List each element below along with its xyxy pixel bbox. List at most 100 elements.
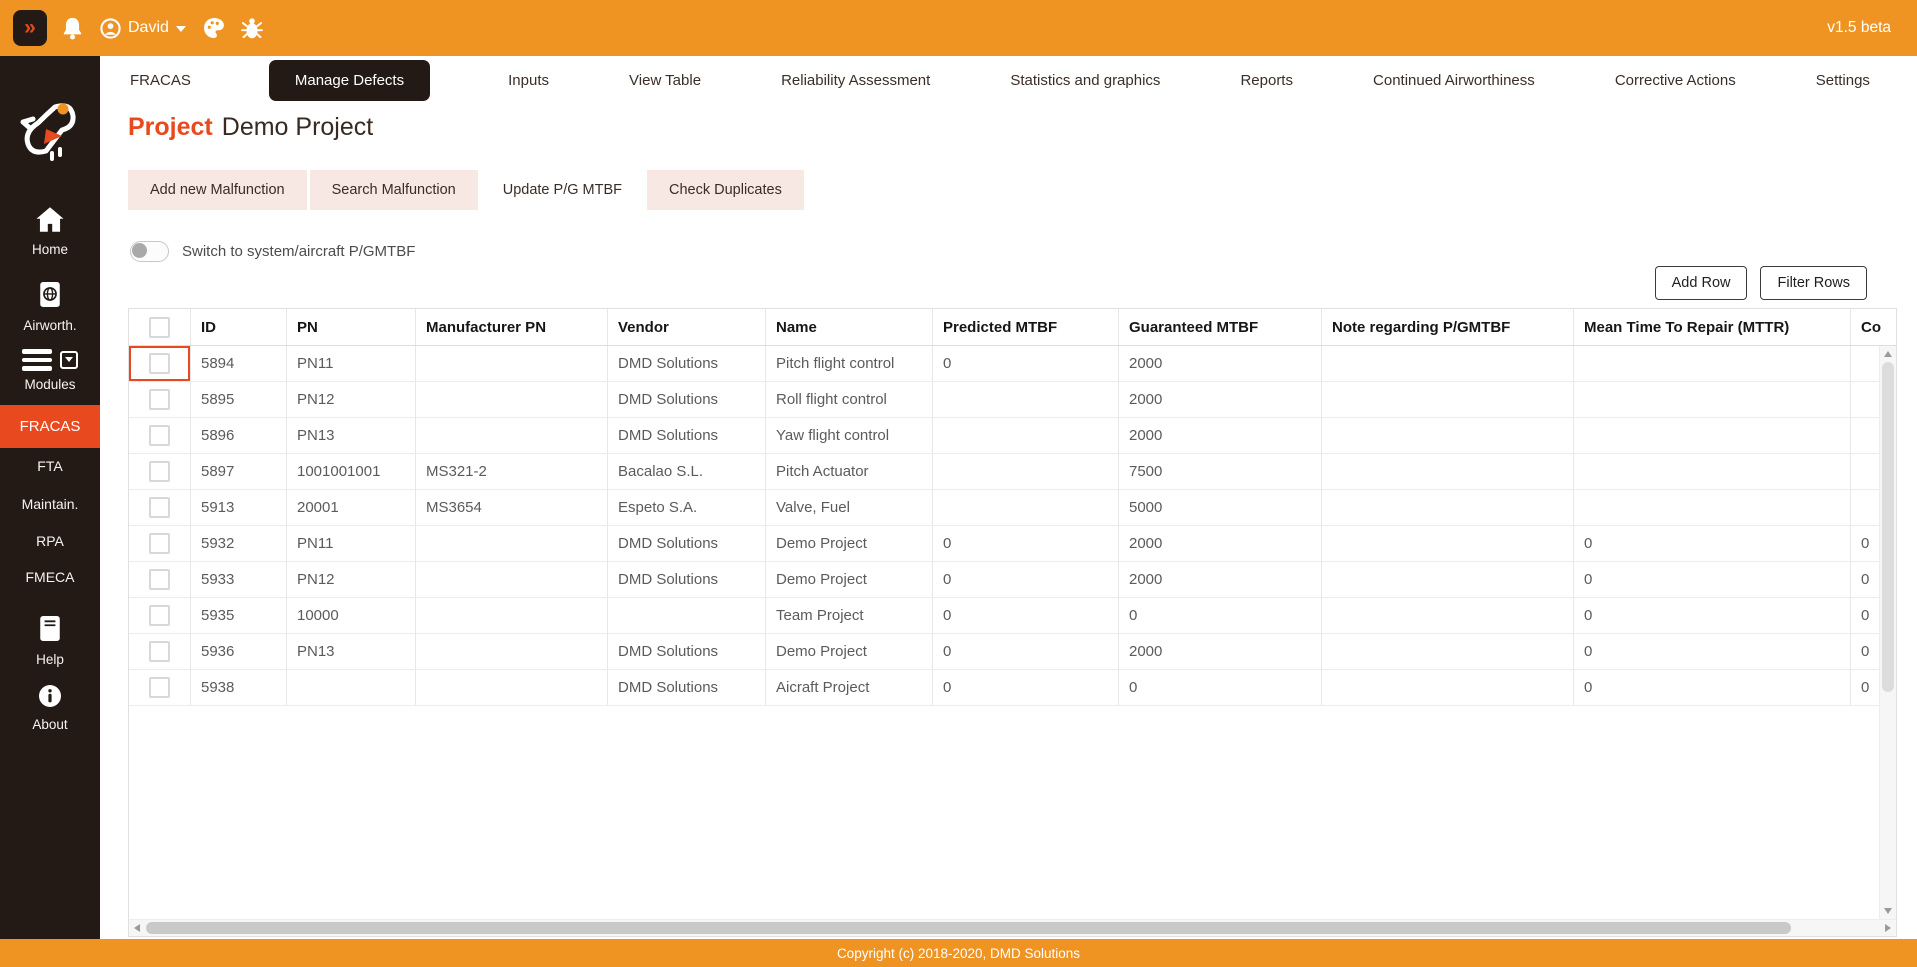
cell-id[interactable]: 5938 xyxy=(191,670,287,705)
row-select-cell[interactable] xyxy=(129,526,191,561)
row-checkbox[interactable] xyxy=(149,569,170,590)
cell-predicted-mtbf[interactable] xyxy=(933,418,1119,453)
cell-guaranteed-mtbf[interactable]: 2000 xyxy=(1119,418,1322,453)
cell-id[interactable]: 5894 xyxy=(191,346,287,381)
cell-predicted-mtbf[interactable] xyxy=(933,454,1119,489)
cell-vendor[interactable]: Bacalao S.L. xyxy=(608,454,766,489)
cell-guaranteed-mtbf[interactable]: 2000 xyxy=(1119,382,1322,417)
cell-manufacturer-pn[interactable] xyxy=(416,562,608,597)
cell-guaranteed-mtbf[interactable]: 0 xyxy=(1119,598,1322,633)
cell-manufacturer-pn[interactable] xyxy=(416,526,608,561)
row-checkbox[interactable] xyxy=(149,677,170,698)
bug-report-icon[interactable] xyxy=(239,15,265,41)
cell-note-pgmtbf[interactable] xyxy=(1322,526,1574,561)
cell-mttr[interactable] xyxy=(1574,454,1851,489)
cell-name[interactable]: Yaw flight control xyxy=(766,418,933,453)
nav-tab-fracas[interactable]: FRACAS xyxy=(128,68,193,93)
scroll-up-arrow[interactable] xyxy=(1884,351,1892,357)
cell-vendor[interactable]: DMD Solutions xyxy=(608,634,766,669)
subtab-add-new-malfunction[interactable]: Add new Malfunction xyxy=(128,170,307,210)
cell-id[interactable]: 5895 xyxy=(191,382,287,417)
nav-tab-inputs[interactable]: Inputs xyxy=(506,68,551,93)
cell-name[interactable]: Team Project xyxy=(766,598,933,633)
cell-mttr[interactable]: 0 xyxy=(1574,634,1851,669)
cell-id[interactable]: 5935 xyxy=(191,598,287,633)
cell-mttr[interactable] xyxy=(1574,418,1851,453)
cell-id[interactable]: 5897 xyxy=(191,454,287,489)
row-checkbox[interactable] xyxy=(149,605,170,626)
cell-manufacturer-pn[interactable] xyxy=(416,382,608,417)
cell-predicted-mtbf[interactable]: 0 xyxy=(933,346,1119,381)
row-checkbox[interactable] xyxy=(149,497,170,518)
nav-tab-continued-airworthiness[interactable]: Continued Airworthiness xyxy=(1371,68,1537,93)
cell-pn[interactable]: PN12 xyxy=(287,562,416,597)
vertical-scrollbar-thumb[interactable] xyxy=(1882,362,1894,692)
subtab-search-malfunction[interactable]: Search Malfunction xyxy=(310,170,478,210)
cell-pn[interactable]: PN11 xyxy=(287,526,416,561)
nav-tab-settings[interactable]: Settings xyxy=(1814,68,1872,93)
user-menu[interactable]: David xyxy=(100,18,186,39)
add-row-button[interactable]: Add Row xyxy=(1655,266,1748,300)
row-checkbox[interactable] xyxy=(149,425,170,446)
sidebar-item-fta[interactable]: FTA xyxy=(0,457,100,475)
cell-note-pgmtbf[interactable] xyxy=(1322,598,1574,633)
cell-name[interactable]: Pitch flight control xyxy=(766,346,933,381)
cell-mttr[interactable] xyxy=(1574,346,1851,381)
cell-predicted-mtbf[interactable] xyxy=(933,382,1119,417)
filter-rows-button[interactable]: Filter Rows xyxy=(1760,266,1867,300)
cell-pn[interactable]: 10000 xyxy=(287,598,416,633)
cell-vendor[interactable]: Espeto S.A. xyxy=(608,490,766,525)
row-checkbox[interactable] xyxy=(149,353,170,374)
cell-predicted-mtbf[interactable]: 0 xyxy=(933,634,1119,669)
cell-manufacturer-pn[interactable]: MS3654 xyxy=(416,490,608,525)
cell-vendor[interactable]: DMD Solutions xyxy=(608,670,766,705)
cell-pn[interactable]: PN13 xyxy=(287,634,416,669)
nav-tab-view-table[interactable]: View Table xyxy=(627,68,703,93)
cell-pn[interactable] xyxy=(287,670,416,705)
cell-pn[interactable]: 20001 xyxy=(287,490,416,525)
subtab-check-duplicates[interactable]: Check Duplicates xyxy=(647,170,804,210)
cell-name[interactable]: Pitch Actuator xyxy=(766,454,933,489)
cell-name[interactable]: Roll flight control xyxy=(766,382,933,417)
cell-mttr[interactable] xyxy=(1574,382,1851,417)
cell-name[interactable]: Demo Project xyxy=(766,562,933,597)
cell-vendor[interactable]: DMD Solutions xyxy=(608,418,766,453)
scroll-left-arrow[interactable] xyxy=(134,924,140,932)
cell-note-pgmtbf[interactable] xyxy=(1322,562,1574,597)
select-all-checkbox[interactable] xyxy=(149,317,170,338)
cell-note-pgmtbf[interactable] xyxy=(1322,634,1574,669)
scroll-down-arrow[interactable] xyxy=(1884,908,1892,914)
sidebar-item-airworthiness[interactable]: Airworth. xyxy=(0,280,100,334)
nav-tab-reports[interactable]: Reports xyxy=(1238,68,1295,93)
sidebar-item-help[interactable]: Help xyxy=(0,614,100,668)
cell-name[interactable]: Demo Project xyxy=(766,526,933,561)
cell-predicted-mtbf[interactable]: 0 xyxy=(933,598,1119,633)
cell-id[interactable]: 5936 xyxy=(191,634,287,669)
cell-guaranteed-mtbf[interactable]: 2000 xyxy=(1119,526,1322,561)
subtab-update-pg-mtbf[interactable]: Update P/G MTBF xyxy=(481,170,644,210)
cell-pn[interactable]: PN12 xyxy=(287,382,416,417)
cell-note-pgmtbf[interactable] xyxy=(1322,490,1574,525)
cell-manufacturer-pn[interactable] xyxy=(416,418,608,453)
row-select-cell[interactable] xyxy=(129,634,191,669)
cell-name[interactable]: Aicraft Project xyxy=(766,670,933,705)
cell-vendor[interactable]: DMD Solutions xyxy=(608,562,766,597)
cell-manufacturer-pn[interactable] xyxy=(416,670,608,705)
cell-manufacturer-pn[interactable] xyxy=(416,634,608,669)
cell-predicted-mtbf[interactable] xyxy=(933,490,1119,525)
cell-predicted-mtbf[interactable]: 0 xyxy=(933,562,1119,597)
cell-id[interactable]: 5896 xyxy=(191,418,287,453)
scroll-right-arrow[interactable] xyxy=(1885,924,1891,932)
notifications-bell-icon[interactable] xyxy=(60,15,85,42)
nav-tab-reliability-assessment[interactable]: Reliability Assessment xyxy=(779,68,932,93)
cell-predicted-mtbf[interactable]: 0 xyxy=(933,670,1119,705)
cell-note-pgmtbf[interactable] xyxy=(1322,454,1574,489)
row-checkbox[interactable] xyxy=(149,389,170,410)
cell-vendor[interactable]: DMD Solutions xyxy=(608,346,766,381)
cell-id[interactable]: 5933 xyxy=(191,562,287,597)
cell-manufacturer-pn[interactable] xyxy=(416,598,608,633)
app-logo-bird[interactable] xyxy=(16,96,80,167)
cell-mttr[interactable]: 0 xyxy=(1574,562,1851,597)
cell-name[interactable]: Valve, Fuel xyxy=(766,490,933,525)
row-select-cell[interactable] xyxy=(129,382,191,417)
